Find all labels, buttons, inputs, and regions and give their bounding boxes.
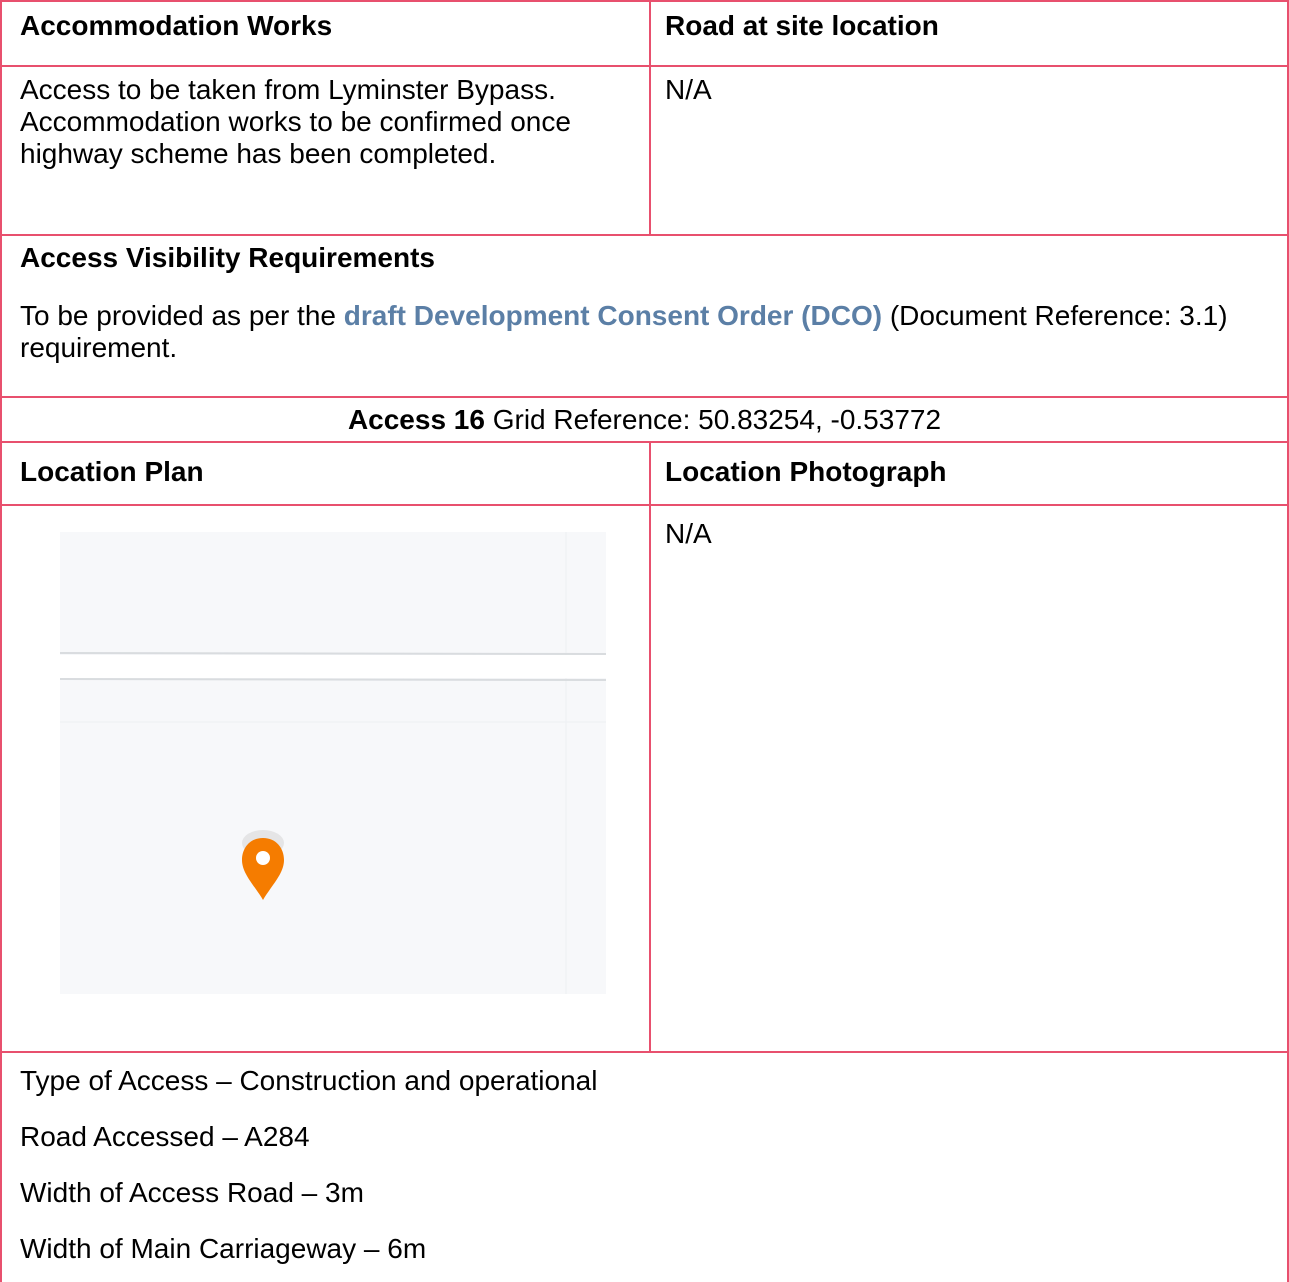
detail-type-of-access: Type of Access – Construction and operat… — [20, 1065, 598, 1096]
visibility-text: To be provided as per the draft Developm… — [20, 300, 1260, 364]
dco-link[interactable]: draft Development Consent Order (DCO) — [344, 300, 882, 331]
location-plan-heading: Location Plan — [20, 456, 204, 487]
grid-reference: Grid Reference: 50.83254, -0.53772 — [484, 404, 942, 435]
access-number: Access 16 — [347, 404, 485, 435]
accommodation-works-heading: Accommodation Works — [20, 10, 333, 41]
visibility-heading: Access Visibility Requirements — [20, 242, 435, 273]
detail-carriageway-width: Width of Main Carriageway – 6m — [20, 1233, 427, 1264]
access-record-table: Accommodation Works Road at site locatio… — [0, 0, 1289, 1282]
accommodation-works-text: Access to be taken from Lyminster Bypass… — [20, 74, 571, 169]
detail-road-accessed: Road Accessed – A284 — [20, 1121, 310, 1152]
road-edge-line — [60, 652, 606, 655]
road-at-site-heading: Road at site location — [665, 10, 939, 41]
road-at-site-value: N/A — [665, 74, 712, 105]
road-edge-line — [60, 678, 606, 681]
detail-access-road-width: Width of Access Road – 3m — [20, 1177, 364, 1208]
visibility-text-start: To be provided as per the — [20, 300, 344, 331]
location-photograph-value: N/A — [665, 518, 712, 549]
location-plan-map — [60, 532, 606, 994]
access-reference: Access 16 Grid Reference: 50.83254, -0.5… — [0, 404, 1289, 436]
road — [60, 655, 606, 678]
map-pin-icon — [242, 830, 284, 900]
location-photograph-heading: Location Photograph — [665, 456, 947, 487]
